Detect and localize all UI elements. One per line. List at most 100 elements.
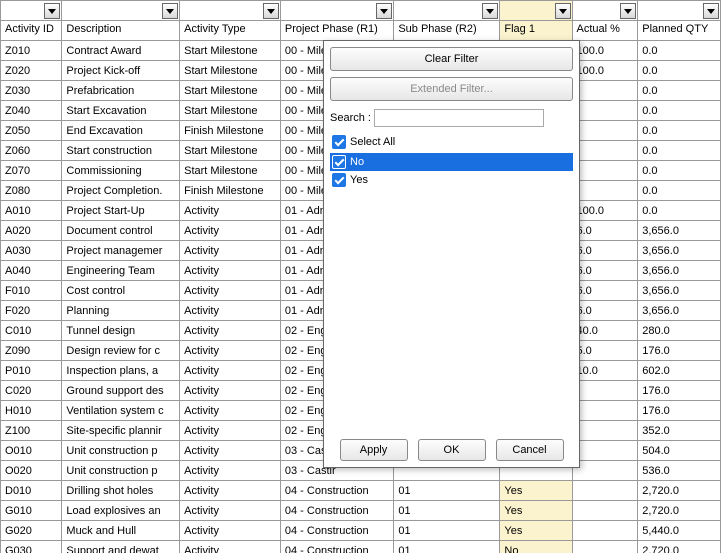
cell-flag: Yes — [500, 501, 572, 521]
cell-desc: Design review for c — [62, 341, 180, 361]
checkbox-icon — [332, 173, 346, 187]
col-header-desc[interactable]: Description — [62, 21, 180, 41]
search-input[interactable] — [374, 109, 544, 127]
filter-button-sub[interactable] — [482, 3, 498, 19]
cancel-button[interactable]: Cancel — [496, 439, 564, 461]
select-all-label: Select All — [350, 136, 395, 148]
cell-type: Start Milestone — [180, 61, 281, 81]
extended-filter-button[interactable]: Extended Filter... — [330, 77, 573, 101]
col-header-plan[interactable]: Planned QTY — [638, 21, 721, 41]
filter-option-no[interactable]: No — [330, 153, 573, 171]
checkbox-icon — [332, 155, 346, 169]
table-row[interactable]: G030Support and dewatActivity04 - Constr… — [1, 541, 721, 553]
cell-type: Activity — [180, 461, 281, 481]
cell-id: A030 — [1, 241, 62, 261]
cell-act: 40.0 — [572, 321, 638, 341]
clear-filter-button[interactable]: Clear Filter — [330, 47, 573, 71]
filter-button-phase[interactable] — [376, 3, 392, 19]
cell-desc: Cost control — [62, 281, 180, 301]
select-all-option[interactable]: Select All — [330, 133, 573, 151]
cell-type: Activity — [180, 521, 281, 541]
cell-act: 100.0 — [572, 41, 638, 61]
cell-type: Activity — [180, 361, 281, 381]
cell-sub: 01 — [394, 541, 500, 553]
cell-id: F010 — [1, 281, 62, 301]
col-header-sub[interactable]: Sub Phase (R2) — [394, 21, 500, 41]
cell-plan: 602.0 — [638, 361, 721, 381]
cell-id: Z100 — [1, 421, 62, 441]
cell-act: 6.0 — [572, 261, 638, 281]
cell-plan: 3,656.0 — [638, 261, 721, 281]
cell-type: Activity — [180, 441, 281, 461]
cell-desc: Start Excavation — [62, 101, 180, 121]
cell-act — [572, 401, 638, 421]
cell-id: O020 — [1, 461, 62, 481]
table-row[interactable]: D010Drilling shot holesActivity04 - Cons… — [1, 481, 721, 501]
col-header-type[interactable]: Activity Type — [180, 21, 281, 41]
cell-phase: 04 - Construction — [280, 501, 393, 521]
cell-type: Start Milestone — [180, 161, 281, 181]
cell-plan: 2,720.0 — [638, 541, 721, 553]
cell-plan: 0.0 — [638, 41, 721, 61]
cell-desc: Ventilation system c — [62, 401, 180, 421]
filter-button-type[interactable] — [263, 3, 279, 19]
cell-type: Finish Milestone — [180, 181, 281, 201]
cell-act — [572, 521, 638, 541]
cell-type: Start Milestone — [180, 81, 281, 101]
search-label: Search : — [330, 112, 371, 124]
cell-desc: Unit construction p — [62, 461, 180, 481]
cell-type: Finish Milestone — [180, 121, 281, 141]
cell-act: 100.0 — [572, 201, 638, 221]
table-row[interactable]: G010Load explosives anActivity04 - Const… — [1, 501, 721, 521]
cell-flag: Yes — [500, 521, 572, 541]
cell-desc: Site-specific plannir — [62, 421, 180, 441]
cell-id: P010 — [1, 361, 62, 381]
cell-type: Start Milestone — [180, 101, 281, 121]
cell-desc: Muck and Hull — [62, 521, 180, 541]
cell-desc: Support and dewat — [62, 541, 180, 553]
col-header-id[interactable]: Activity ID — [1, 21, 62, 41]
col-header-phase[interactable]: Project Phase (R1) — [280, 21, 393, 41]
cell-type: Activity — [180, 261, 281, 281]
filter-button-act[interactable] — [620, 3, 636, 19]
table-row[interactable]: G020Muck and HullActivity04 - Constructi… — [1, 521, 721, 541]
cell-desc: Start construction — [62, 141, 180, 161]
cell-plan: 0.0 — [638, 201, 721, 221]
ok-button[interactable]: OK — [418, 439, 486, 461]
filter-option-yes[interactable]: Yes — [330, 171, 573, 189]
cell-sub: 01 — [394, 521, 500, 541]
cell-desc: Project managemer — [62, 241, 180, 261]
cell-id: Z080 — [1, 181, 62, 201]
filter-button-flag[interactable] — [555, 3, 571, 19]
cell-type: Activity — [180, 501, 281, 521]
filter-button-id[interactable] — [44, 3, 60, 19]
cell-desc: Project Completion. — [62, 181, 180, 201]
cell-plan: 280.0 — [638, 321, 721, 341]
filter-button-plan[interactable] — [703, 3, 719, 19]
cell-id: Z050 — [1, 121, 62, 141]
cell-type: Start Milestone — [180, 141, 281, 161]
cell-act: 6.0 — [572, 301, 638, 321]
cell-type: Start Milestone — [180, 41, 281, 61]
cell-id: F020 — [1, 301, 62, 321]
cell-type: Activity — [180, 381, 281, 401]
option-label: No — [350, 156, 364, 168]
cell-plan: 504.0 — [638, 441, 721, 461]
cell-id: G020 — [1, 521, 62, 541]
cell-type: Activity — [180, 481, 281, 501]
checkbox-icon — [332, 135, 346, 149]
cell-type: Activity — [180, 421, 281, 441]
cell-plan: 352.0 — [638, 421, 721, 441]
apply-button[interactable]: Apply — [340, 439, 408, 461]
cell-sub: 01 — [394, 501, 500, 521]
filter-button-desc[interactable] — [162, 3, 178, 19]
cell-plan: 3,656.0 — [638, 301, 721, 321]
cell-desc: Tunnel design — [62, 321, 180, 341]
col-header-act[interactable]: Actual % — [572, 21, 638, 41]
col-header-flag[interactable]: Flag 1 — [500, 21, 572, 41]
cell-type: Activity — [180, 281, 281, 301]
cell-id: G010 — [1, 501, 62, 521]
cell-plan: 176.0 — [638, 381, 721, 401]
cell-desc: Project Start-Up — [62, 201, 180, 221]
cell-desc: Document control — [62, 221, 180, 241]
